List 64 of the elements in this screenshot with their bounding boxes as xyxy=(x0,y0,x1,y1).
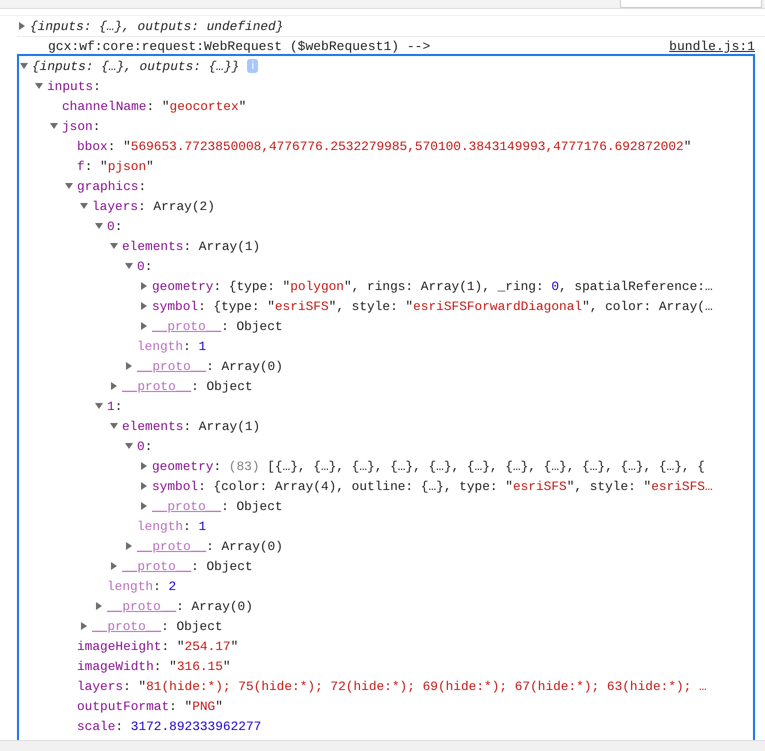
filter-field[interactable] xyxy=(620,0,762,8)
collapsed-triangle-icon[interactable] xyxy=(140,322,148,330)
property-line: elements: Array(1) xyxy=(122,418,260,434)
property-line: 0: xyxy=(137,258,152,274)
property-line: __proto__: Object xyxy=(122,558,253,574)
property-line: inputs: xyxy=(47,78,101,94)
source-link[interactable]: bundle.js:1 xyxy=(669,39,755,54)
property-line: geometry: (83) [{…}, {…}, {…}, {…}, {…}, {…}, {…}, {…}, {…}, {…}, {…}, { xyxy=(152,458,705,474)
property-line: 0: xyxy=(137,438,152,454)
property-line: __proto__: Object xyxy=(122,378,253,394)
property-line: layers: "81(hide:*); 75(hide:*); 72(hide:*); 69(hide:*); 67(hide:*); 63(hide:*); … xyxy=(77,678,707,694)
property-line: length: 1 xyxy=(137,338,206,354)
property-line: length: 2 xyxy=(107,578,176,594)
property-line: imageWidth: "316.15" xyxy=(77,658,231,674)
property-line: 0: xyxy=(107,218,122,234)
expanded-triangle-icon[interactable] xyxy=(95,402,103,410)
expanded-triangle-icon[interactable] xyxy=(125,262,133,270)
property-line: __proto__: Object xyxy=(152,318,283,334)
property-line: __proto__: Array(0) xyxy=(137,538,283,554)
expanded-triangle-icon[interactable] xyxy=(80,202,88,210)
collapsed-triangle-icon[interactable] xyxy=(80,622,88,630)
collapsed-triangle-icon[interactable] xyxy=(140,502,148,510)
property-line: graphics: xyxy=(77,178,146,194)
collapsed-triangle-icon[interactable] xyxy=(18,22,26,30)
expanded-triangle-icon[interactable] xyxy=(110,242,118,250)
log-message: gcx:wf:core:request:WebRequest ($webRequest1) --> xyxy=(48,39,430,54)
collapsed-triangle-icon[interactable] xyxy=(125,362,133,370)
property-line: __proto__: Array(0) xyxy=(107,598,253,614)
property-line: channelName: "geocortex" xyxy=(62,98,246,114)
collapsed-triangle-icon[interactable] xyxy=(110,382,118,390)
property-line: 1: xyxy=(107,398,122,414)
property-line: bbox: "569653.7723850008,4776776.2532279985,570100.3843149993,4777176.692872002" xyxy=(77,138,692,154)
expanded-triangle-icon[interactable] xyxy=(95,222,103,230)
property-line: imageHeight: "254.17" xyxy=(77,638,238,654)
property-line: elements: Array(1) xyxy=(122,238,260,254)
expanded-triangle-icon[interactable] xyxy=(65,182,73,190)
property-line: json: xyxy=(62,118,100,134)
property-line: __proto__: Array(0) xyxy=(137,358,283,374)
collapsed-triangle-icon[interactable] xyxy=(95,602,103,610)
property-line: outputFormat: "PNG" xyxy=(77,698,223,714)
object-preview: {inputs: {…}, outputs: {…}} xyxy=(32,58,240,74)
collapsed-triangle-icon[interactable] xyxy=(140,462,148,470)
collapsed-triangle-icon[interactable] xyxy=(125,542,133,550)
log-entry[interactable]: {inputs: {…}, outputs: undefined} xyxy=(17,16,765,37)
collapsed-triangle-icon[interactable] xyxy=(140,482,148,490)
collapsed-triangle-icon[interactable] xyxy=(140,302,148,310)
object-preview: {inputs: {…}, outputs: undefined} xyxy=(30,18,284,34)
property-line: length: 1 xyxy=(137,518,206,534)
collapsed-triangle-icon[interactable] xyxy=(140,282,148,290)
property-line: layers: Array(2) xyxy=(92,198,215,214)
property-line: symbol: {type: "esriSFS", style: "esriSFSForwardDiagonal", color: Array(… xyxy=(152,298,713,314)
property-line: __proto__: Object xyxy=(92,618,223,634)
property-line: f: "pjson" xyxy=(77,158,154,174)
property-line: __proto__: Object xyxy=(152,498,283,514)
property-line: geometry: {type: "polygon", rings: Array(1), _ring: 0, spatialReference:… xyxy=(152,278,713,294)
horizontal-scrollbar[interactable] xyxy=(0,740,765,751)
expanded-triangle-icon[interactable] xyxy=(20,62,28,70)
property-line: scale: 3172.892333962277 xyxy=(77,718,262,734)
expanded-triangle-icon[interactable] xyxy=(35,82,43,90)
property-line: symbol: {color: Array(4), outline: {…}, type: "esriSFS", style: "esriSFS… xyxy=(152,478,713,494)
expanded-triangle-icon[interactable] xyxy=(125,442,133,450)
expanded-triangle-icon[interactable] xyxy=(50,122,58,130)
collapsed-triangle-icon[interactable] xyxy=(110,562,118,570)
expanded-triangle-icon[interactable] xyxy=(110,422,118,430)
